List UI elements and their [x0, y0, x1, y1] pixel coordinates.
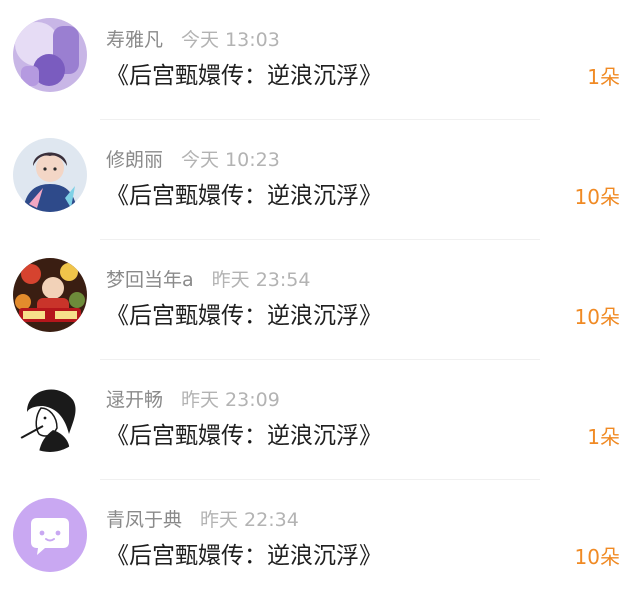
- flower-count: 1朵: [587, 425, 620, 449]
- item-meta: 逯开畅 昨天 23:09: [106, 386, 280, 414]
- flower-count: 10朵: [574, 305, 620, 329]
- username[interactable]: 逯开畅: [106, 389, 163, 411]
- username[interactable]: 修朗丽: [106, 149, 163, 171]
- timestamp: 今天 10:23: [181, 149, 280, 171]
- user-avatar-image: [13, 18, 87, 92]
- timestamp: 昨天 23:09: [181, 389, 280, 411]
- flower-count: 10朵: [574, 185, 620, 209]
- username[interactable]: 梦回当年a: [106, 269, 194, 291]
- avatar[interactable]: [13, 258, 87, 332]
- list-item[interactable]: 青凤于典 昨天 22:34 《后宫甄嬛传：逆浪沉浮》 10朵: [0, 480, 640, 600]
- drama-title[interactable]: 《后宫甄嬛传：逆浪沉浮》: [106, 178, 382, 214]
- item-meta: 修朗丽 今天 10:23: [106, 146, 280, 174]
- flower-count: 1朵: [587, 65, 620, 89]
- timestamp: 昨天 22:34: [200, 509, 299, 531]
- user-avatar-image: [13, 138, 87, 212]
- avatar[interactable]: [13, 378, 87, 452]
- item-meta: 寿雅凡 今天 13:03: [106, 26, 280, 54]
- user-avatar-image: [13, 258, 87, 332]
- list-item[interactable]: 寿雅凡 今天 13:03 《后宫甄嬛传：逆浪沉浮》 1朵: [0, 0, 640, 120]
- user-avatar-image: [13, 378, 87, 452]
- drama-title[interactable]: 《后宫甄嬛传：逆浪沉浮》: [106, 538, 382, 574]
- list-item[interactable]: 修朗丽 今天 10:23 《后宫甄嬛传：逆浪沉浮》 10朵: [0, 120, 640, 240]
- timestamp: 今天 13:03: [181, 29, 280, 51]
- timestamp: 昨天 23:54: [211, 269, 311, 291]
- drama-title[interactable]: 《后宫甄嬛传：逆浪沉浮》: [106, 418, 382, 454]
- list-item[interactable]: 梦回当年a 昨天 23:54 《后宫甄嬛传：逆浪沉浮》 10朵: [0, 240, 640, 360]
- username[interactable]: 青凤于典: [106, 509, 182, 531]
- avatar[interactable]: [13, 498, 87, 572]
- flower-count: 10朵: [574, 545, 620, 569]
- username[interactable]: 寿雅凡: [106, 29, 163, 51]
- item-meta: 梦回当年a 昨天 23:54: [106, 266, 310, 294]
- default-avatar-chat-icon: [13, 498, 87, 572]
- avatar[interactable]: [13, 138, 87, 212]
- drama-title[interactable]: 《后宫甄嬛传：逆浪沉浮》: [106, 298, 382, 334]
- avatar[interactable]: [13, 18, 87, 92]
- list-item[interactable]: 逯开畅 昨天 23:09 《后宫甄嬛传：逆浪沉浮》 1朵: [0, 360, 640, 480]
- gift-list: 寿雅凡 今天 13:03 《后宫甄嬛传：逆浪沉浮》 1朵 修朗丽 今天 10:23 …: [0, 0, 640, 599]
- drama-title[interactable]: 《后宫甄嬛传：逆浪沉浮》: [106, 58, 382, 94]
- item-meta: 青凤于典 昨天 22:34: [106, 506, 299, 534]
